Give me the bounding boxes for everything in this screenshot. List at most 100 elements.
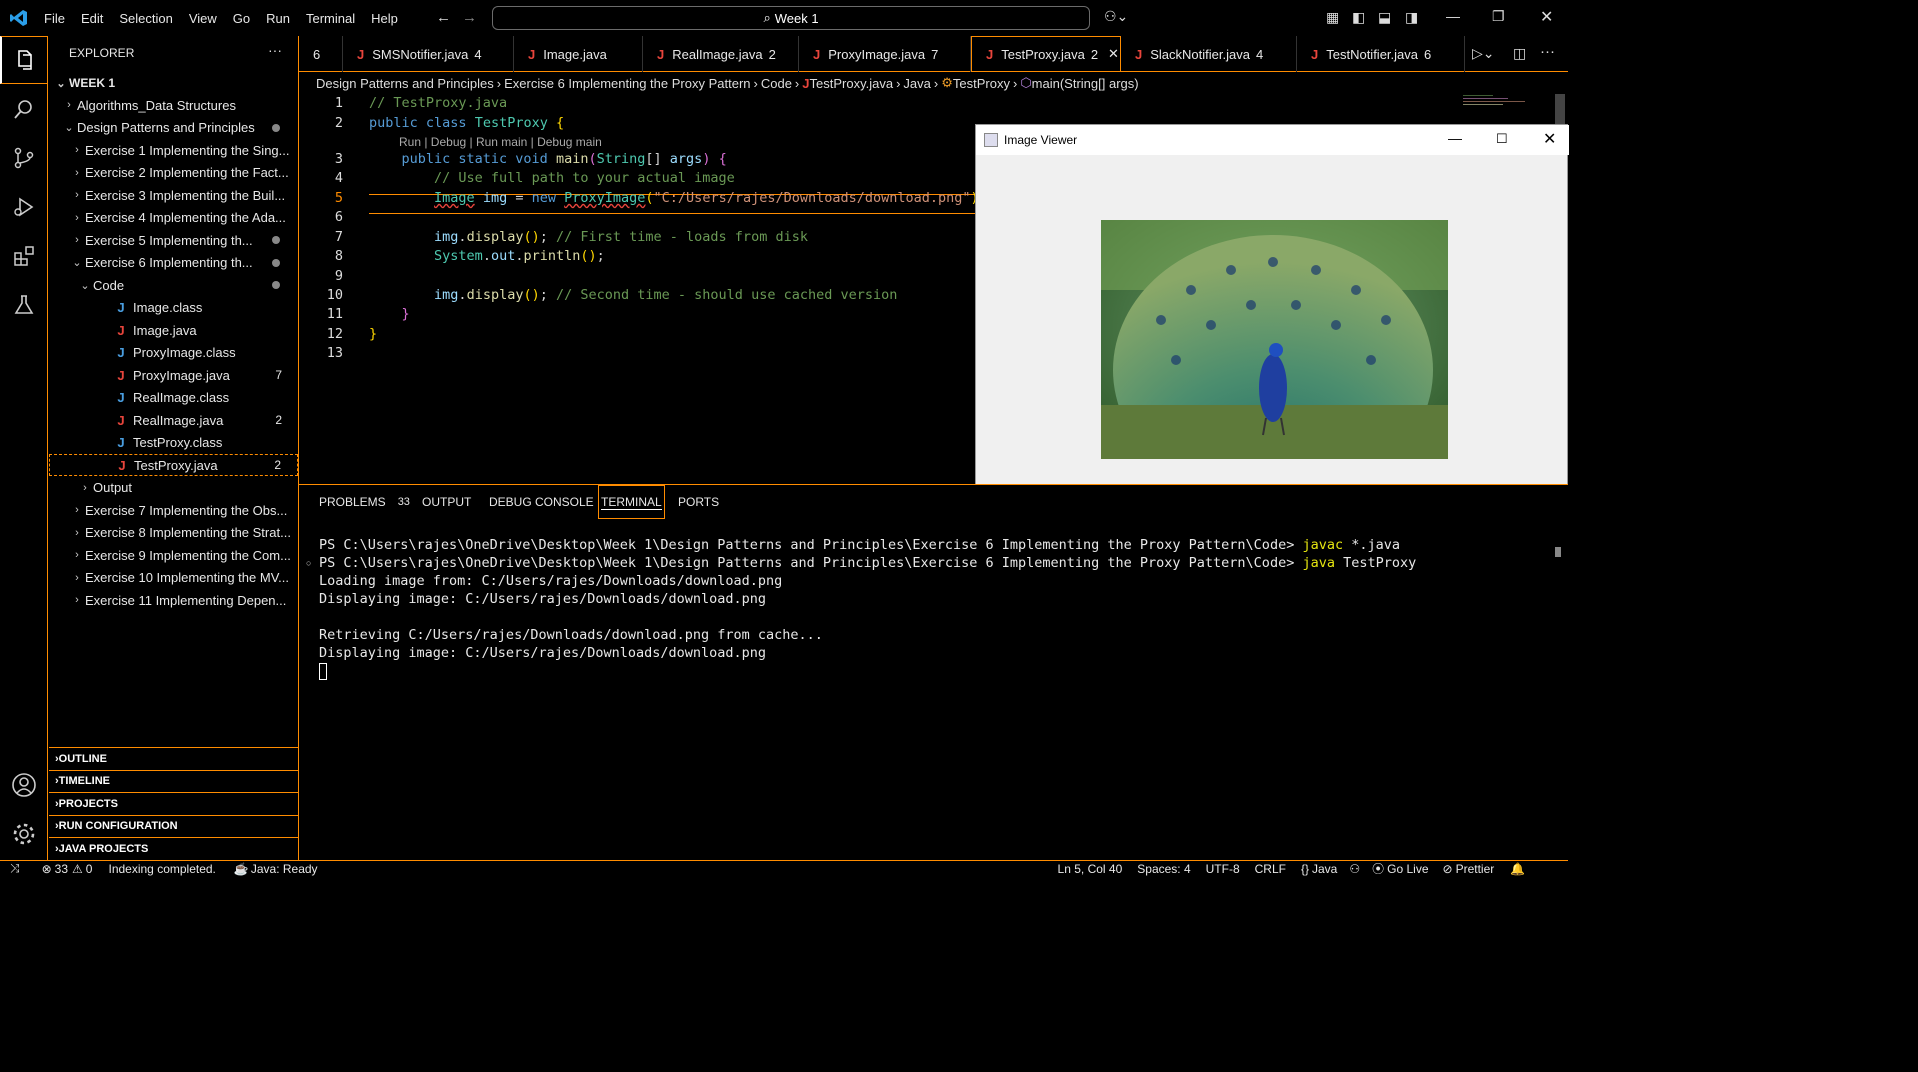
folder-item[interactable]: ⌄ Design Patterns and Principles	[49, 117, 298, 139]
breadcrumb-item[interactable]: TestProxy.java	[810, 76, 894, 91]
manage-gear-icon[interactable]	[0, 810, 48, 858]
warnings-icon[interactable]: ⚠	[72, 862, 83, 876]
folder-item[interactable]: › Exercise 9 Implementing the Com...	[49, 544, 298, 566]
menu-help[interactable]: Help	[363, 11, 406, 26]
restore-icon[interactable]: ❐	[1492, 8, 1505, 25]
testing-flask-icon[interactable]	[0, 281, 48, 329]
run-file-icon[interactable]: ▷⌄	[1472, 45, 1495, 62]
editor-tab[interactable]: J RealImage.java 2	[643, 36, 799, 72]
viewer-maximize-icon[interactable]: ☐	[1496, 131, 1508, 147]
file-item[interactable]: J TestProxy.class	[49, 432, 298, 454]
explorer-more-icon[interactable]: ···	[268, 42, 282, 58]
editor-tab[interactable]: J SMSNotifier.java 4	[343, 36, 514, 72]
extensions-icon[interactable]	[0, 232, 48, 280]
language-mode[interactable]: Java	[1312, 862, 1337, 876]
toggle-panel-icon[interactable]: ⬓	[1378, 9, 1391, 26]
section-projects[interactable]: › PROJECTS	[49, 792, 298, 814]
back-arrow-icon[interactable]: ←	[436, 9, 451, 26]
accounts-icon[interactable]	[0, 761, 48, 809]
toggle-secondary-sidebar-icon[interactable]: ◨	[1405, 9, 1418, 26]
image-viewer-titlebar[interactable]: Image Viewer — ☐ ✕	[976, 125, 1569, 155]
editor-tab[interactable]: J SlackNotifier.java 4	[1121, 36, 1297, 72]
menu-run[interactable]: Run	[258, 11, 298, 26]
folder-item[interactable]: ⌄ Code	[49, 274, 298, 296]
folder-item[interactable]: › Exercise 5 Implementing th...	[49, 229, 298, 251]
prettier[interactable]: Prettier	[1456, 862, 1495, 876]
tab-ports[interactable]: PORTS	[678, 485, 719, 519]
forward-arrow-icon[interactable]: →	[462, 9, 477, 26]
breadcrumb-item[interactable]: Design Patterns and Principles	[316, 76, 494, 91]
file-item[interactable]: J RealImage.class	[49, 387, 298, 409]
image-viewer-window[interactable]: Image Viewer — ☐ ✕	[975, 124, 1569, 524]
folder-item[interactable]: › Exercise 7 Implementing the Obs...	[49, 499, 298, 521]
tab-active[interactable]: J TestProxy.java 2 ✕	[971, 36, 1121, 72]
cursor-position[interactable]: Ln 5, Col 40	[1058, 862, 1123, 876]
copilot-status-icon[interactable]: ⚇	[1349, 862, 1360, 876]
terminal-scrollbar[interactable]	[1555, 547, 1561, 557]
line-endings[interactable]: CRLF	[1255, 862, 1286, 876]
close-icon[interactable]: ✕	[1540, 7, 1553, 27]
folder-item[interactable]: ⌄ Exercise 6 Implementing th...	[49, 252, 298, 274]
folder-item[interactable]: › Exercise 3 Implementing the Buil...	[49, 184, 298, 206]
tab-debug-console[interactable]: DEBUG CONSOLE	[489, 485, 594, 519]
editor-tab[interactable]: J Image.java	[514, 36, 643, 72]
breadcrumb-item[interactable]: TestProxy	[953, 76, 1010, 91]
search-view-icon[interactable]	[0, 85, 48, 133]
folder-item[interactable]: › Exercise 2 Implementing the Fact...	[49, 162, 298, 184]
notifications-bell-icon[interactable]: 🔔	[1510, 862, 1525, 876]
file-item[interactable]: J ProxyImage.java 7	[49, 364, 298, 386]
editor-tab[interactable]: J TestNotifier.java 6	[1297, 36, 1465, 72]
folder-item[interactable]: › Exercise 1 Implementing the Sing...	[49, 139, 298, 161]
folder-item[interactable]: › Exercise 4 Implementing the Ada...	[49, 207, 298, 229]
source-control-icon[interactable]	[0, 134, 48, 182]
tab-terminal[interactable]: TERMINAL	[598, 485, 665, 519]
menu-view[interactable]: View	[181, 11, 225, 26]
run-debug-icon[interactable]	[0, 183, 48, 231]
encoding[interactable]: UTF-8	[1206, 862, 1240, 876]
section-timeline[interactable]: › TIMELINE	[49, 769, 298, 792]
more-actions-icon[interactable]: ···	[1540, 43, 1555, 60]
menu-file[interactable]: File	[36, 11, 73, 26]
workspace-root[interactable]: ⌄ WEEK 1	[49, 72, 298, 94]
copilot-icon[interactable]: ⚇⌄	[1104, 8, 1128, 25]
explorer-icon[interactable]	[0, 36, 48, 84]
file-item[interactable]: J ProxyImage.class	[49, 342, 298, 364]
errors-count[interactable]: 33	[55, 862, 68, 876]
split-editor-icon[interactable]: ◫	[1513, 45, 1526, 62]
editor-scrollbar[interactable]	[1555, 94, 1565, 128]
customize-layout-icon[interactable]: ▦	[1326, 9, 1339, 26]
indentation[interactable]: Spaces: 4	[1137, 862, 1190, 876]
file-item[interactable]: J Image.java	[49, 319, 298, 341]
minimap[interactable]	[1459, 94, 1559, 110]
folder-item[interactable]: › Exercise 11 Implementing Depen...	[49, 589, 298, 611]
command-decoration-icon[interactable]: ○	[306, 558, 311, 568]
java-status[interactable]: Java: Ready	[251, 862, 318, 876]
minimize-icon[interactable]: —	[1446, 8, 1460, 24]
breadcrumb-item[interactable]: Exercise 6 Implementing the Proxy Patter…	[504, 76, 750, 91]
command-center-search[interactable]: ⌕ Week 1	[492, 6, 1090, 30]
menu-terminal[interactable]: Terminal	[298, 11, 363, 26]
editor-tab[interactable]: J ProxyImage.java 7	[799, 36, 971, 72]
section-outline[interactable]: › OUTLINE	[49, 747, 298, 769]
folder-item[interactable]: › Exercise 8 Implementing the Strat...	[49, 522, 298, 544]
toggle-sidebar-icon[interactable]: ◧	[1352, 9, 1365, 26]
file-item[interactable]: J RealImage.java 2	[49, 409, 298, 431]
file-item[interactable]: J Image.class	[49, 297, 298, 319]
section-java-projects[interactable]: › JAVA PROJECTS	[49, 837, 298, 859]
tab-problems[interactable]: PROBLEMS 33	[319, 485, 410, 519]
tab-close-icon[interactable]: ✕	[1108, 46, 1119, 62]
section-run-configuration[interactable]: › RUN CONFIGURATION	[49, 814, 298, 837]
folder-item[interactable]: › Output	[49, 477, 298, 499]
breadcrumb-item[interactable]: main(String[] args)	[1032, 76, 1139, 91]
breadcrumb-item[interactable]: Code	[761, 76, 792, 91]
tab-output[interactable]: OUTPUT	[422, 485, 471, 519]
file-item[interactable]: J TestProxy.java 2	[49, 454, 298, 476]
editor-tab[interactable]: 6	[299, 36, 343, 72]
menu-edit[interactable]: Edit	[73, 11, 111, 26]
viewer-close-icon[interactable]: ✕	[1543, 129, 1556, 149]
warnings-count[interactable]: 0	[86, 862, 93, 876]
menu-go[interactable]: Go	[225, 11, 258, 26]
folder-item[interactable]: › Exercise 10 Implementing the MV...	[49, 567, 298, 589]
breadcrumb-item[interactable]: Java	[903, 76, 930, 91]
viewer-minimize-icon[interactable]: —	[1448, 130, 1462, 146]
